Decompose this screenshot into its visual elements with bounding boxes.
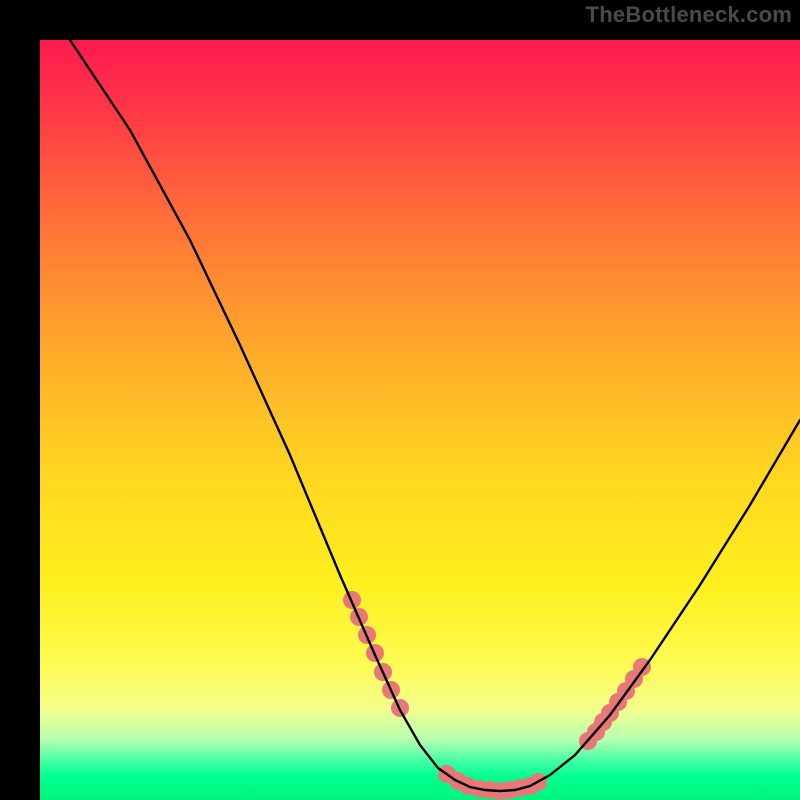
watermark-label: TheBottleneck.com <box>586 2 792 28</box>
chart-frame <box>20 20 780 780</box>
bottleneck-curve-svg <box>40 40 800 800</box>
annotation-dots <box>343 591 651 800</box>
plot-area <box>40 40 800 800</box>
bottleneck-curve <box>70 40 800 791</box>
